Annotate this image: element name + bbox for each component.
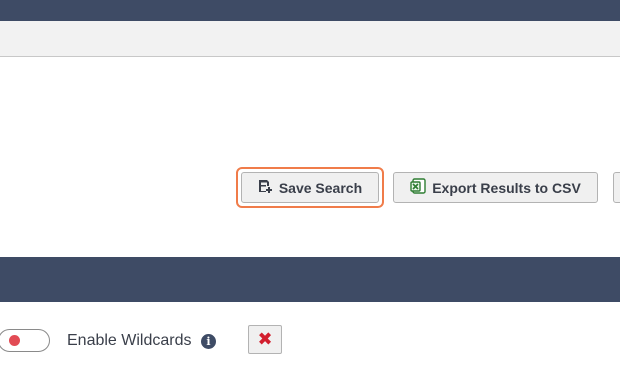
save-search-button[interactable]: Save Search <box>241 172 379 203</box>
info-icon[interactable]: i <box>201 334 216 349</box>
excel-icon <box>410 178 426 197</box>
sub-header-bar <box>0 21 620 57</box>
save-search-label: Save Search <box>278 179 363 196</box>
enable-wildcards-label: Enable Wildcards <box>67 332 192 349</box>
section-header-bar <box>0 257 620 302</box>
enable-wildcards-toggle[interactable] <box>0 329 50 352</box>
save-icon <box>258 179 273 196</box>
export-csv-label: Export Results to CSV <box>432 179 581 196</box>
export-csv-button[interactable]: Export Results to CSV <box>393 172 598 203</box>
content-area <box>0 57 620 257</box>
close-icon: ✖ <box>257 328 273 350</box>
more-toolbar-button[interactable] <box>613 172 620 203</box>
clear-button[interactable]: ✖ <box>248 325 282 354</box>
toggle-knob <box>9 335 20 346</box>
top-header-bar <box>0 0 620 21</box>
